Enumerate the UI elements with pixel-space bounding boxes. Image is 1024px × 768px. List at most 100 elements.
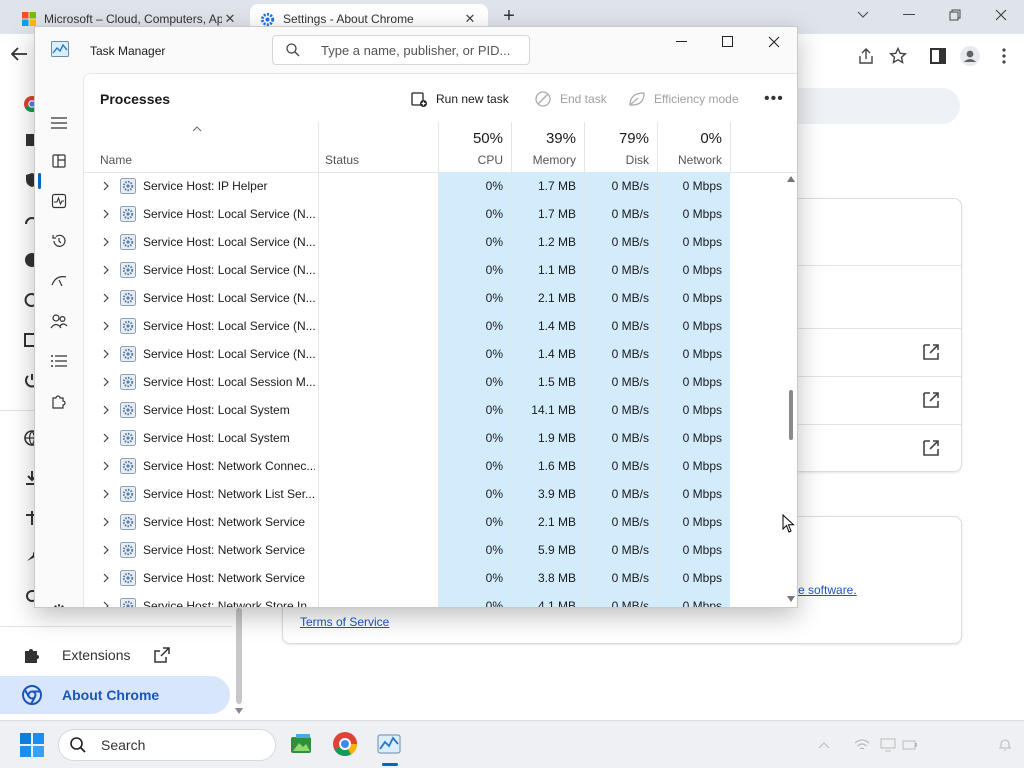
app-history-icon[interactable] <box>49 231 69 251</box>
sidebar-scrollbar[interactable] <box>234 608 244 718</box>
expand-chevron-icon[interactable] <box>102 237 110 247</box>
bookmark-star-icon[interactable] <box>888 46 908 66</box>
expand-chevron-icon[interactable] <box>102 377 110 387</box>
tab-close-icon[interactable]: ✕ <box>462 11 478 27</box>
table-row[interactable]: Service Host: Local Service (N... 0% 1.4… <box>84 340 784 368</box>
column-header-name[interactable]: Name <box>84 122 318 172</box>
column-header-disk[interactable]: 79% Disk <box>585 122 657 172</box>
column-header-status[interactable]: Status <box>319 122 438 172</box>
open-in-new-icon[interactable] <box>922 439 940 457</box>
windows-start-icon[interactable] <box>20 733 44 757</box>
expand-chevron-icon[interactable] <box>102 517 110 527</box>
tab-search-chevron-icon[interactable] <box>840 0 886 30</box>
photos-app-icon[interactable] <box>288 731 314 757</box>
more-options-button[interactable]: ••• <box>764 88 784 110</box>
scroll-down-arrow-icon[interactable] <box>787 596 795 602</box>
share-icon[interactable] <box>856 46 876 66</box>
new-tab-button[interactable]: + <box>498 6 520 28</box>
scroll-down-arrow-icon[interactable] <box>235 708 243 714</box>
processes-scrollbar[interactable] <box>784 172 797 607</box>
tab-close-icon[interactable]: ✕ <box>222 11 238 27</box>
task-manager-title-bar[interactable]: Task Manager <box>35 27 797 73</box>
process-search-input[interactable] <box>319 41 523 59</box>
open-in-new-icon[interactable] <box>922 391 940 409</box>
table-row[interactable]: Service Host: Network Service 0% 5.9 MB … <box>84 536 784 564</box>
column-header-network[interactable]: 0% Network <box>658 122 730 172</box>
close-icon[interactable] <box>751 27 797 57</box>
profile-avatar-icon[interactable] <box>960 46 980 66</box>
efficiency-mode-button[interactable]: Efficiency mode <box>628 88 739 110</box>
open-in-new-icon[interactable] <box>922 343 940 361</box>
table-row[interactable]: Service Host: Local Service (N... 0% 1.1… <box>84 256 784 284</box>
expand-chevron-icon[interactable] <box>102 573 110 583</box>
table-row[interactable]: Service Host: Network List Ser... 0% 3.9… <box>84 480 784 508</box>
hamburger-menu-icon[interactable] <box>49 113 69 133</box>
sidebar-scrollbar-thumb[interactable] <box>236 608 242 704</box>
minimize-icon[interactable] <box>886 0 932 30</box>
table-row[interactable]: Service Host: Network Store In... 0% 4.1… <box>84 592 784 608</box>
cpu-value: 0% <box>485 599 503 608</box>
table-row[interactable]: Service Host: Local Service (N... 0% 1.2… <box>84 228 784 256</box>
details-list-icon[interactable] <box>49 351 69 371</box>
expand-chevron-icon[interactable] <box>102 601 110 608</box>
expand-chevron-icon[interactable] <box>102 349 110 359</box>
tray-chevron-icon[interactable] <box>818 740 830 750</box>
table-row[interactable]: Service Host: Local System 0% 1.9 MB 0 M… <box>84 424 784 452</box>
link-text[interactable]: e software <box>798 583 853 597</box>
open-source-software-link[interactable]: e software. <box>798 583 857 597</box>
table-row[interactable]: Service Host: Network Service 0% 2.1 MB … <box>84 508 784 536</box>
battery-icon[interactable] <box>902 738 918 752</box>
expand-chevron-icon[interactable] <box>102 461 110 471</box>
table-row[interactable]: Service Host: Local System 0% 14.1 MB 0 … <box>84 396 784 424</box>
network-icon[interactable] <box>854 738 870 752</box>
chrome-menu-icon[interactable] <box>994 46 1014 66</box>
settings-gear-icon[interactable] <box>49 601 69 607</box>
expand-chevron-icon[interactable] <box>102 433 110 443</box>
expand-chevron-icon[interactable] <box>102 265 110 275</box>
taskbar-search-box[interactable]: Search <box>58 729 276 761</box>
expand-chevron-icon[interactable] <box>102 545 110 555</box>
settings-search-box[interactable] <box>770 88 960 124</box>
memory-value: 1.4 MB <box>537 347 576 361</box>
restore-icon[interactable] <box>932 0 978 30</box>
expand-chevron-icon[interactable] <box>102 405 110 415</box>
sidebar-item-about-chrome[interactable]: About Chrome <box>0 676 230 714</box>
cpu-cell: 0% <box>439 312 511 340</box>
processes-icon[interactable] <box>49 151 69 171</box>
column-header-cpu[interactable]: 50% CPU <box>439 122 511 172</box>
performance-icon[interactable] <box>49 191 69 211</box>
side-panel-icon[interactable] <box>928 46 948 66</box>
table-row[interactable]: Service Host: Local Session M... 0% 1.5 … <box>84 368 784 396</box>
task-manager-taskbar-icon[interactable] <box>376 731 402 757</box>
close-icon[interactable] <box>978 0 1024 30</box>
table-row[interactable]: Service Host: IP Helper 0% 1.7 MB 0 MB/s… <box>84 172 784 200</box>
scrollbar-thumb[interactable] <box>789 390 793 440</box>
users-icon[interactable] <box>49 311 69 331</box>
end-task-button[interactable]: End task <box>534 88 607 110</box>
run-new-task-button[interactable]: Run new task <box>410 88 509 110</box>
chrome-taskbar-icon[interactable] <box>332 731 358 757</box>
table-row[interactable]: Service Host: Local Service (N... 0% 2.1… <box>84 284 784 312</box>
minimize-icon[interactable] <box>659 27 705 57</box>
expand-chevron-icon[interactable] <box>102 293 110 303</box>
table-row[interactable]: Service Host: Network Connec... 0% 1.6 M… <box>84 452 784 480</box>
table-row[interactable]: Service Host: Local Service (N... 0% 1.7… <box>84 200 784 228</box>
puzzle-icon <box>25 649 39 663</box>
terms-of-service-link[interactable]: Terms of Service <box>300 615 389 629</box>
column-header-memory[interactable]: 39% Memory <box>512 122 584 172</box>
table-row[interactable]: Service Host: Network Service 0% 3.8 MB … <box>84 564 784 592</box>
table-row[interactable]: Service Host: Local Service (N... 0% 1.4… <box>84 312 784 340</box>
monitor-icon[interactable] <box>880 738 896 752</box>
back-arrow-icon[interactable] <box>10 46 28 62</box>
notification-bell-icon[interactable] <box>998 738 1012 752</box>
expand-chevron-icon[interactable] <box>102 321 110 331</box>
services-puzzle-icon[interactable] <box>49 391 69 411</box>
expand-chevron-icon[interactable] <box>102 489 110 499</box>
scroll-up-arrow-icon[interactable] <box>787 176 795 182</box>
maximize-icon[interactable] <box>705 27 751 57</box>
expand-chevron-icon[interactable] <box>102 209 110 219</box>
startup-apps-icon[interactable] <box>49 271 69 291</box>
sidebar-item-extensions[interactable]: Extensions <box>0 636 230 674</box>
process-search-box[interactable] <box>272 35 530 65</box>
expand-chevron-icon[interactable] <box>102 181 110 191</box>
